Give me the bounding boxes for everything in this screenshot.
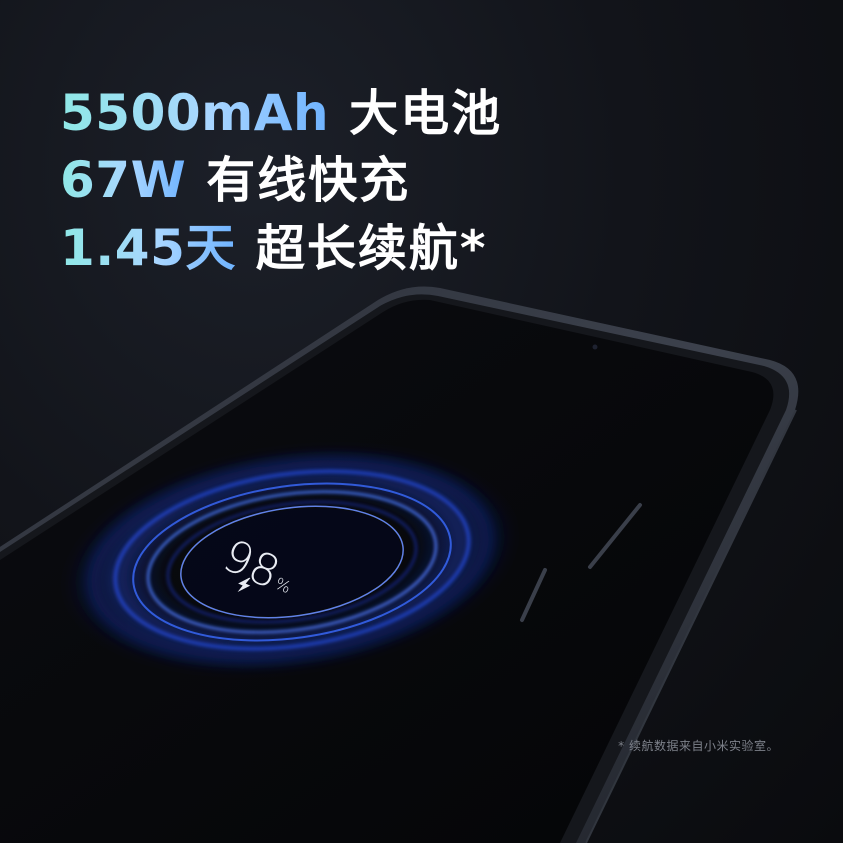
battery-capacity-value: 5500mAh bbox=[60, 84, 330, 142]
battery-capacity-label: 大电池 bbox=[349, 85, 503, 142]
endurance-value: 1.45天 bbox=[60, 208, 236, 280]
headline-line-charging: 67W 有线快充 bbox=[60, 141, 502, 209]
front-camera bbox=[592, 344, 598, 350]
footnote: * 续航数据来自小米实验室。 bbox=[618, 739, 779, 753]
headline-line-endurance: 1.45天 超长续航* bbox=[60, 208, 502, 277]
headline: 5500mAh 大电池 67W 有线快充 1.45天 超长续航* bbox=[60, 74, 502, 277]
headline-line-battery: 5500mAh 大电池 bbox=[60, 74, 502, 142]
product-promo-canvas: 5500mAh 大电池 67W 有线快充 1.45天 超长续航* 98 % * … bbox=[0, 0, 843, 843]
charging-power-label: 有线快充 bbox=[206, 152, 411, 209]
endurance-label: 超长续航* bbox=[255, 220, 488, 277]
charging-power-value: 67W bbox=[60, 151, 187, 209]
